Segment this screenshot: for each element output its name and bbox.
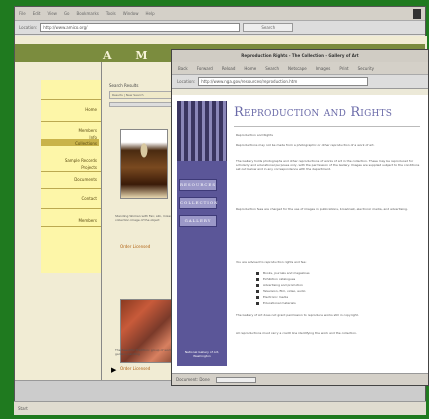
- paragraph-7: All reproductions must carry a credit li…: [236, 331, 357, 335]
- search-button[interactable]: Search: [265, 66, 279, 71]
- menu-go[interactable]: Go: [64, 11, 70, 16]
- mouse-cursor-icon: ▶: [111, 366, 117, 374]
- nav-home[interactable]: Home: [15, 107, 97, 112]
- nav-divider: [41, 226, 101, 227]
- back-menu-bar: File Edit View Go Bookmarks Tools Window…: [15, 7, 425, 21]
- side-block-resources[interactable]: RESOURCES: [179, 179, 217, 191]
- taskbar[interactable]: Start: [14, 401, 426, 415]
- side-footer: National Gallery of Art, Washington: [184, 350, 220, 358]
- reload-button[interactable]: Reload: [222, 66, 236, 71]
- forward-button[interactable]: Forward: [197, 66, 213, 71]
- paragraph-3: The Gallery holds photographs and other …: [236, 159, 420, 171]
- menu-tools[interactable]: Tools: [106, 11, 116, 16]
- menu-edit[interactable]: Edit: [33, 11, 41, 16]
- menu-help[interactable]: Help: [146, 11, 155, 16]
- paragraph-2: Reproductions may not be made from a pho…: [236, 143, 375, 147]
- page-title: Reproduction and Rights: [234, 105, 393, 120]
- nav-divider: [41, 121, 101, 122]
- paragraph-6: The Gallery of Art does not grant permis…: [236, 313, 359, 317]
- security-button[interactable]: Security: [358, 66, 374, 71]
- front-window-title: Reproduction Rights - The Collection - G…: [172, 50, 428, 62]
- throbber-icon: [413, 8, 421, 19]
- nav-documents[interactable]: Documents: [15, 177, 97, 182]
- nav-info[interactable]: Info: [15, 135, 97, 140]
- menu-file[interactable]: File: [19, 11, 26, 16]
- reproduction-rights-window: Reproduction Rights - The Collection - G…: [171, 49, 429, 386]
- menu-window[interactable]: Window: [123, 11, 139, 16]
- back-address-bar: Location: http://www.amico.org/ Search: [15, 21, 425, 35]
- nav-divider: [41, 171, 101, 172]
- result-link-1[interactable]: Order Licensed: [120, 244, 150, 249]
- paragraph-1: Reproduction and Rights: [236, 133, 273, 137]
- front-location-label: Location:: [177, 79, 196, 84]
- list-item: Educational materials: [256, 300, 416, 306]
- back-button[interactable]: Back: [178, 66, 188, 71]
- front-url-field[interactable]: http://www.nga.gov/resources/reproductio…: [198, 77, 369, 86]
- result-link-2[interactable]: Order Licensed: [120, 366, 150, 371]
- nav-sample-records[interactable]: Sample Records: [15, 158, 97, 163]
- side-block-collection[interactable]: COLLECTION: [179, 197, 218, 209]
- front-toolbar: Back Forward Reload Home Search Netscape…: [172, 62, 428, 75]
- search-results-title: Search Results: [109, 83, 139, 88]
- progress-bar: [215, 376, 256, 383]
- front-status-bar: Document: Done: [172, 373, 428, 385]
- paragraph-4: Reproduction fees are charged for the us…: [236, 207, 408, 211]
- back-url-field[interactable]: http://www.amico.org/: [40, 23, 241, 32]
- nav-divider: [41, 188, 101, 189]
- nav-projects[interactable]: Projects: [15, 165, 97, 170]
- desktop: File Edit View Go Bookmarks Tools Window…: [0, 0, 429, 419]
- location-label: Location:: [19, 25, 38, 30]
- menu-bookmarks[interactable]: Bookmarks: [77, 11, 99, 16]
- title-rule: [234, 126, 420, 127]
- nav-members[interactable]: Members: [15, 128, 97, 133]
- gallery-side-column: RESOURCES COLLECTION GALLERY National Ga…: [177, 101, 227, 366]
- front-address-bar: Location: http://www.nga.gov/resources/r…: [172, 75, 428, 89]
- netscape-button[interactable]: Netscape: [288, 66, 307, 71]
- home-button[interactable]: Home: [244, 66, 256, 71]
- nav-divider: [41, 208, 101, 209]
- status-text: Document: Done: [176, 377, 210, 382]
- paragraph-5: You are advised to reproduction rights a…: [236, 260, 307, 264]
- nav-members-2[interactable]: Members: [15, 218, 97, 223]
- nav-collections[interactable]: Collections: [15, 141, 97, 146]
- print-button[interactable]: Print: [339, 66, 348, 71]
- nav-divider: [41, 99, 101, 100]
- back-search-button[interactable]: Search: [243, 23, 294, 32]
- usage-list: Books, journals and magazines Exhibition…: [256, 270, 416, 306]
- reproduction-rights-page: RESOURCES COLLECTION GALLERY National Ga…: [172, 95, 428, 375]
- column-divider: [101, 62, 102, 392]
- gallery-arcade-image: [177, 101, 227, 161]
- images-button[interactable]: Images: [316, 66, 331, 71]
- menu-view[interactable]: View: [47, 11, 57, 16]
- result-image-woman-with-fan[interactable]: [120, 129, 168, 199]
- side-block-gallery[interactable]: GALLERY: [179, 215, 217, 227]
- nav-contact[interactable]: Contact: [15, 196, 97, 201]
